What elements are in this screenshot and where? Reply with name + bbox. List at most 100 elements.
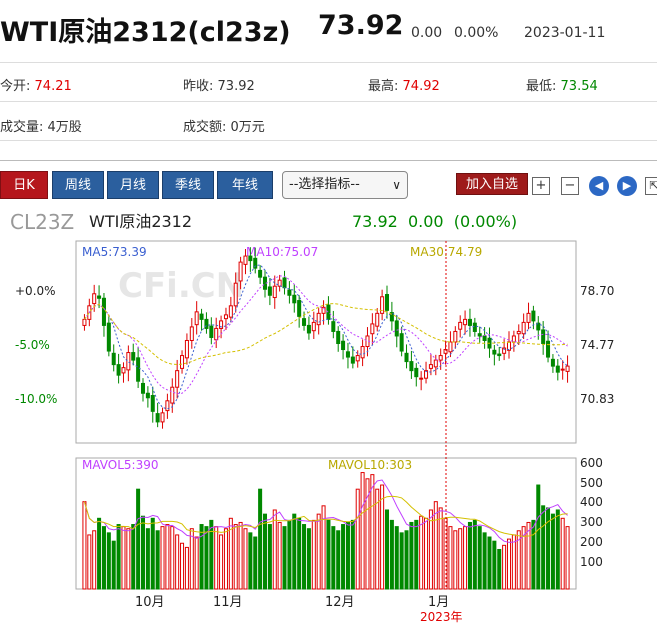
volume-bar	[145, 528, 150, 590]
volume-bar	[233, 524, 238, 590]
volume-bar	[438, 507, 443, 590]
candle-body	[331, 321, 336, 332]
candle-body	[360, 346, 365, 359]
volume-bar	[458, 528, 463, 590]
scroll-right-icon[interactable]: ▶	[617, 176, 637, 196]
candle-body	[248, 255, 253, 262]
kline-chart: CFi.CN CL23Z WTI原油2312 73.92 0.00 (0.00%…	[0, 205, 657, 625]
volume-bar	[399, 532, 404, 590]
candle-body	[458, 321, 463, 330]
candle-body	[492, 349, 497, 355]
tab-daily[interactable]: 日K	[0, 171, 48, 199]
candle-body	[111, 352, 116, 366]
candle-body	[404, 352, 409, 363]
divider	[0, 101, 657, 102]
candle-body	[355, 355, 360, 362]
high-value: 74.92	[402, 79, 440, 94]
tab-yearly[interactable]: 年线	[217, 171, 273, 199]
volume-bar	[370, 474, 375, 590]
volume-bar	[487, 536, 492, 590]
candle-body	[546, 340, 551, 358]
volume-bar	[87, 534, 92, 590]
zoom-out-icon[interactable]: −	[561, 177, 579, 195]
tab-weekly[interactable]: 周线	[52, 171, 104, 199]
zoom-in-icon[interactable]: +	[532, 177, 550, 195]
volume-bar	[511, 534, 516, 590]
candle-body	[155, 413, 160, 423]
right-axis-label: 74.77	[580, 338, 614, 352]
candle-body	[184, 339, 189, 359]
volume-bar	[394, 526, 399, 590]
volume-axis-label: 100	[580, 555, 603, 569]
tab-monthly[interactable]: 月线	[107, 171, 159, 199]
candle-body	[419, 377, 424, 380]
indicator-select[interactable]: --选择指标-- ∨	[282, 171, 408, 199]
candle-body	[311, 321, 316, 332]
candle-body	[394, 320, 399, 337]
amount-label: 成交额:	[183, 120, 227, 135]
fullscreen-icon[interactable]: ⇱	[645, 177, 657, 195]
ma5-label: MA5:73.39	[82, 245, 147, 259]
volume-bar	[389, 519, 394, 590]
candle-body	[101, 297, 106, 326]
candle-body	[282, 277, 287, 289]
volume-axis-label: 500	[580, 476, 603, 490]
mavol5-label: MAVOL5:390	[82, 458, 159, 472]
candle-body	[531, 310, 536, 322]
candle-body	[297, 300, 302, 317]
prev-close-field: 昨收: 73.92	[183, 75, 255, 94]
volume-bar	[472, 519, 477, 590]
volume-bar	[492, 540, 497, 590]
candle-body	[116, 364, 121, 376]
add-watchlist-button[interactable]: 加入自选	[456, 173, 528, 195]
volume-bar	[219, 534, 224, 590]
candle-body	[126, 352, 131, 371]
volume-bar	[184, 546, 189, 590]
volume-bar	[541, 505, 546, 590]
volume-axis-label: 300	[580, 515, 603, 529]
volume-bar	[384, 509, 390, 590]
volume-bar	[170, 526, 175, 590]
candle-body	[560, 368, 565, 371]
volume-bar	[380, 484, 385, 590]
candle-body	[258, 269, 263, 278]
open-value: 74.21	[34, 79, 72, 94]
candle-body	[199, 313, 204, 320]
volume-bar	[502, 544, 507, 590]
volume-bar	[482, 532, 487, 590]
candle-body	[370, 323, 375, 335]
candle-body	[565, 365, 570, 372]
tab-quarterly[interactable]: 季线	[162, 171, 214, 199]
volume-bar	[238, 521, 243, 590]
scroll-left-icon[interactable]: ◀	[589, 176, 609, 196]
candle-body	[341, 340, 346, 351]
volume-bar	[550, 513, 555, 590]
candle-body	[92, 293, 97, 305]
volume-bar	[424, 517, 429, 590]
volume-bar	[209, 519, 214, 590]
volume-bar	[267, 524, 272, 590]
candle-body	[448, 341, 453, 353]
volume-bar	[341, 524, 346, 590]
candle-body	[97, 295, 102, 299]
candle-body	[233, 282, 238, 307]
candle-body	[165, 400, 170, 412]
chevron-down-icon: ∨	[392, 178, 401, 192]
candle-body	[409, 361, 414, 372]
instrument-name: WTI原油2312	[89, 212, 192, 231]
mavol10-label: MAVOL10:303	[328, 458, 412, 472]
volume-bar	[116, 524, 121, 590]
volume-bar	[111, 540, 116, 590]
volume-bar	[272, 509, 277, 590]
volume-axis-label: 200	[580, 535, 603, 549]
volume-bar	[331, 526, 336, 590]
candle-body	[175, 370, 180, 388]
candle-body	[145, 392, 150, 399]
divider	[0, 160, 657, 161]
candle-body	[399, 333, 404, 352]
volume-bar	[204, 526, 209, 590]
volume-bar	[506, 538, 512, 590]
volume-bar	[131, 524, 136, 590]
prev-close-value: 73.92	[217, 79, 255, 94]
candle-body	[292, 294, 297, 304]
